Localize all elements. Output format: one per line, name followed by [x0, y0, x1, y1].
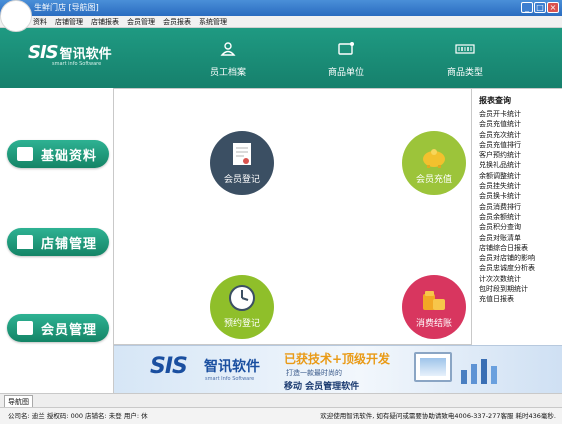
- status-bar: 公司名: 迪兰 授权码: 000 店铺名: 未登 用户: 休 欢迎使用智讯软件,…: [0, 407, 562, 424]
- brand-name: 智讯软件: [59, 47, 112, 62]
- nav-unit-label: 商品单位: [327, 68, 364, 78]
- member-register-label: 会员登记: [223, 175, 260, 185]
- checkout-tile[interactable]: 消费结账: [402, 275, 466, 339]
- certificate-icon: [233, 143, 251, 165]
- status-left-info: 公司名: 迪兰 授权码: 000 店铺名: 未登 用户: 休: [8, 412, 148, 420]
- message-icon: [338, 42, 354, 55]
- sidebar-member-manage-button[interactable]: 会员管理: [7, 314, 109, 342]
- sidebar-store-manage-button[interactable]: 店铺管理: [7, 228, 109, 256]
- ad-banner: SIS 智讯软件 smart Info Software 已获技术+顶级开发 打…: [114, 345, 562, 393]
- banner-slogan-sub: 打造一款最时尚的: [286, 369, 342, 377]
- coins-icon: [423, 291, 445, 310]
- nav-product-unit[interactable]: 商品单位: [311, 42, 381, 79]
- report-panel: 报表查询 会员开卡统计 会员充值统计 会员充次统计 会员充值排行 客户预约统计 …: [471, 88, 562, 345]
- window-title: 生鲜门店 [导航图]: [34, 3, 99, 12]
- report-item[interactable]: 会员积分查询: [479, 222, 562, 232]
- monitor-icon: [414, 352, 452, 382]
- report-item[interactable]: 计次次数统计: [479, 274, 562, 284]
- person-icon: [220, 42, 236, 56]
- banner-sis-logo: SIS: [150, 354, 188, 379]
- menu-item-member-manage[interactable]: 会员管理: [127, 16, 155, 27]
- maximize-button[interactable]: □: [534, 2, 546, 13]
- main-panel: 会员登记 会员充值 预约登记 消费结账: [114, 88, 471, 345]
- window-controls: _ □ ×: [521, 2, 559, 13]
- close-button[interactable]: ×: [547, 2, 559, 13]
- clock-icon: [229, 285, 255, 311]
- home-icon: [17, 235, 33, 249]
- app-logo-badge: [0, 0, 32, 32]
- member-register-tile[interactable]: 会员登记: [210, 131, 274, 195]
- report-item[interactable]: 会员充次统计: [479, 130, 562, 140]
- report-list: 会员开卡统计 会员充值统计 会员充次统计 会员充值排行 客户预约统计 兑换礼品统…: [472, 109, 562, 305]
- card-icon: [17, 321, 33, 335]
- report-item[interactable]: 客户预约统计: [479, 150, 562, 160]
- report-item[interactable]: 兑换礼品统计: [479, 160, 562, 170]
- sidebar-basic-data-button[interactable]: 基础资料: [7, 140, 109, 168]
- menu-bar: 资料 店铺管理 店铺报表 会员管理 会员报表 系统管理: [0, 16, 562, 28]
- tab-bar: 导航图: [0, 393, 562, 409]
- report-item[interactable]: 会员消费排行: [479, 202, 562, 212]
- report-item[interactable]: 店铺综合日报表: [479, 243, 562, 253]
- report-item[interactable]: 会员开卡统计: [479, 109, 562, 119]
- report-item[interactable]: 会员对账清单: [479, 233, 562, 243]
- edit-icon: [17, 147, 33, 161]
- menu-item-store-report[interactable]: 店铺报表: [91, 16, 119, 27]
- banner-slogan-tag: 移动 会员管理软件: [284, 382, 360, 392]
- nav-employee-file[interactable]: 员工档案: [193, 42, 263, 79]
- banner-brand-name: 智讯软件: [204, 359, 260, 375]
- banner-subtitle: smart Info Software: [205, 376, 255, 382]
- menu-item-system[interactable]: 系统管理: [199, 16, 227, 27]
- app-window: 生鲜门店 [导航图] _ □ × 资料 店铺管理 店铺报表 会员管理 会员报表 …: [0, 0, 562, 424]
- member-recharge-tile[interactable]: 会员充值: [402, 131, 466, 195]
- header-banner: SIS 智讯软件 smart info Software 员工档案 商品单位 商…: [0, 28, 562, 88]
- appointment-register-tile[interactable]: 预约登记: [210, 275, 274, 339]
- checkout-label: 消费结账: [415, 319, 452, 329]
- title-bar: 生鲜门店 [导航图] _ □ ×: [0, 0, 562, 16]
- sidebar-store-manage-label: 店铺管理: [41, 236, 98, 252]
- sidebar-member-manage-label: 会员管理: [41, 322, 98, 338]
- nav-type-label: 商品类型: [446, 68, 483, 78]
- sidebar-basic-data-label: 基础资料: [41, 148, 98, 164]
- report-item[interactable]: 会员余额统计: [479, 212, 562, 222]
- minimize-button[interactable]: _: [521, 2, 533, 13]
- piggy-bank-icon: [423, 149, 445, 168]
- member-recharge-label: 会员充值: [415, 175, 452, 185]
- menu-item-store-manage[interactable]: 店铺管理: [55, 16, 83, 27]
- menu-item-basic[interactable]: 资料: [33, 16, 47, 27]
- report-item[interactable]: 会员充值排行: [479, 140, 562, 150]
- report-item[interactable]: 会员换卡统计: [479, 191, 562, 201]
- report-item[interactable]: 会员挂失统计: [479, 181, 562, 191]
- brand-sis-text: SIS: [28, 42, 59, 63]
- menu-item-member-report[interactable]: 会员报表: [163, 16, 191, 27]
- nav-employee-label: 员工档案: [209, 68, 246, 78]
- report-item[interactable]: 充值日报表: [479, 294, 562, 304]
- report-item[interactable]: 会员对店铺的影响: [479, 253, 562, 263]
- report-item[interactable]: 会员忠诚度分析表: [479, 263, 562, 273]
- status-right-info: 欢迎使用智讯软件, 如有疑问或需要协助请致电4006-337-277客服 耗时4…: [320, 412, 556, 420]
- banner-slogan-main: 已获技术+顶级开发: [284, 352, 391, 366]
- barcode-icon: [455, 44, 475, 54]
- report-title: 报表查询: [479, 96, 511, 105]
- nav-product-type[interactable]: 商品类型: [430, 42, 500, 79]
- report-item[interactable]: 会员充值统计: [479, 119, 562, 129]
- report-item[interactable]: 包时段到期统计: [479, 284, 562, 294]
- report-item[interactable]: 余额调整统计: [479, 171, 562, 181]
- bar-chart-icon: [461, 359, 497, 384]
- brand-logo: SIS 智讯软件 smart info Software: [28, 42, 112, 67]
- left-sidebar: 基础资料 店铺管理 会员管理: [0, 88, 114, 393]
- appointment-register-label: 预约登记: [223, 319, 260, 329]
